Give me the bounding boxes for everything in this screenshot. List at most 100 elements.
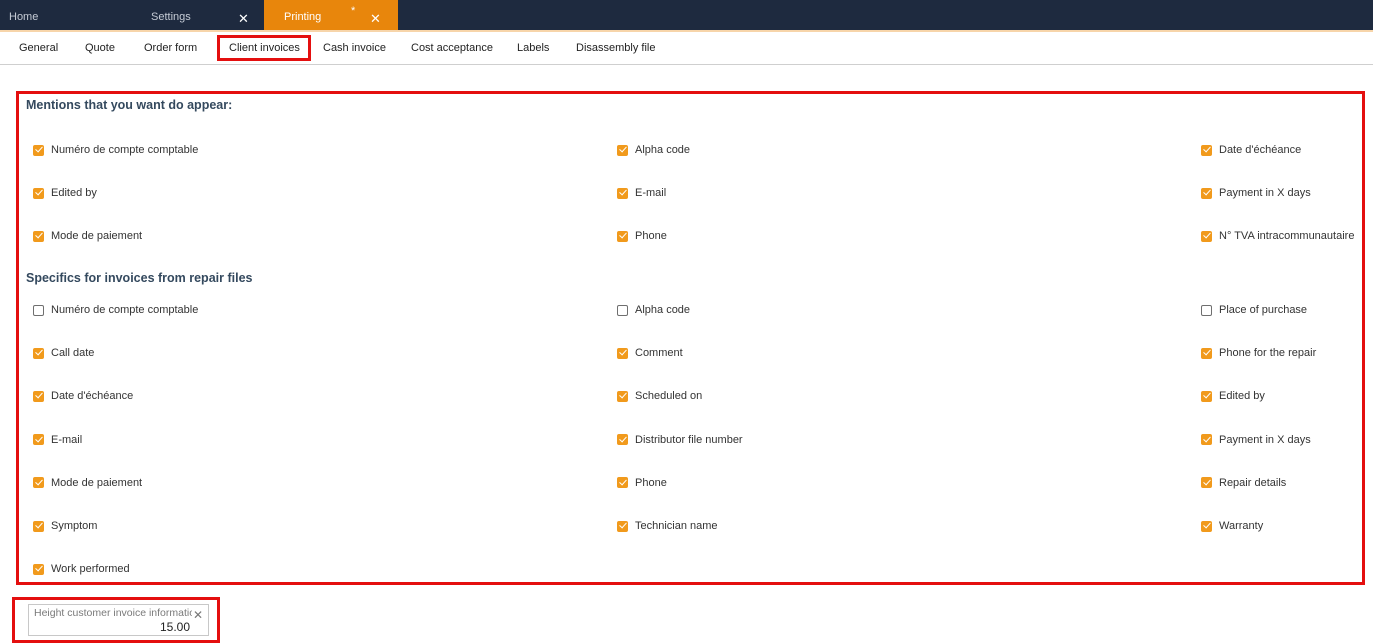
checkbox-e-mail[interactable]: E-mail	[33, 433, 82, 447]
checkbox-e-mail[interactable]: E-mail	[617, 186, 666, 200]
checkbox-edited-by[interactable]: Edited by	[1201, 389, 1265, 403]
checkbox-payment-in-x-days[interactable]: Payment in X days	[1201, 186, 1311, 200]
checkbox-checked-icon[interactable]	[33, 520, 44, 532]
mentions-section-title: Mentions that you want do appear:	[26, 98, 233, 112]
tab-home[interactable]: Home	[0, 0, 140, 30]
checkbox-warranty[interactable]: Warranty	[1201, 519, 1263, 533]
invoice-mentions-panel: Mentions that you want do appear: Numéro …	[16, 91, 1365, 585]
height-field-highlight: Height customer invoice information 15.0…	[12, 597, 220, 643]
checkbox-label: Date d'échéance	[51, 390, 134, 403]
checkbox-date-d-echeance[interactable]: Date d'échéance	[1201, 143, 1301, 157]
tab-cost-acceptance[interactable]: Cost acceptance	[411, 42, 493, 54]
checkbox-checked-icon[interactable]	[617, 144, 628, 156]
checkbox-checked-icon[interactable]	[33, 434, 44, 446]
checkbox-checked-icon[interactable]	[617, 477, 628, 489]
checkbox-mode-de-paiement[interactable]: Mode de paiement	[33, 229, 142, 243]
checkbox-checked-icon[interactable]	[33, 144, 44, 156]
checkbox-label: Mode de paiement	[51, 230, 143, 242]
checkbox-label: Scheduled on	[635, 390, 703, 403]
tab-printing[interactable]: Printing * ✕	[264, 0, 398, 30]
checkbox-numero-de-compte-comptable[interactable]: Numéro de compte comptable	[33, 143, 198, 157]
checkbox-label: Date d'échéance	[1219, 144, 1302, 156]
checkbox-unchecked-icon[interactable]	[617, 304, 628, 316]
checkbox-label: Numéro de compte comptable	[51, 304, 199, 316]
checkbox-label: N° TVA intracommunautaire	[1219, 230, 1355, 242]
checkbox-place-of-purchase[interactable]: Place of purchase	[1201, 303, 1307, 317]
checkbox-call-date[interactable]: Call date	[33, 346, 94, 360]
height-field-value[interactable]: 15.00	[160, 620, 190, 634]
tab-settings[interactable]: Settings ✕	[140, 0, 264, 30]
checkbox-label: Work performed	[51, 563, 130, 576]
checkbox-edited-by[interactable]: Edited by	[33, 186, 97, 200]
checkbox-checked-icon[interactable]	[617, 434, 628, 446]
checkbox-label: Payment in X days	[1219, 433, 1311, 446]
checkbox-label: Distributor file number	[635, 433, 743, 446]
height-customer-invoice-field[interactable]: Height customer invoice information 15.0…	[28, 604, 209, 636]
checkbox-unchecked-icon[interactable]	[1201, 304, 1212, 316]
checkbox-label: Warranty	[1219, 520, 1264, 532]
checkbox-checked-icon[interactable]	[617, 230, 628, 242]
checkbox-label: Repair details	[1219, 476, 1287, 489]
tab-printing-label: Printing	[284, 11, 322, 23]
tab-labels[interactable]: Labels	[517, 42, 549, 54]
checkbox-payment-in-x-days[interactable]: Payment in X days	[1201, 433, 1311, 447]
checkbox-label: Edited by	[1219, 390, 1265, 403]
tab-general[interactable]: General	[19, 42, 58, 54]
checkbox-label: Symptom	[51, 520, 98, 532]
tab-client-invoices[interactable]: Client invoices	[217, 35, 311, 61]
checkbox-label: Place of purchase	[1219, 304, 1308, 316]
checkbox-checked-icon[interactable]	[33, 347, 44, 359]
checkbox-n-tva-intracommunautaire[interactable]: N° TVA intracommunautaire	[1201, 229, 1354, 243]
checkbox-checked-icon[interactable]	[617, 347, 628, 359]
checkbox-repair-details[interactable]: Repair details	[1201, 476, 1286, 490]
tab-home-label: Home	[9, 11, 39, 23]
checkbox-checked-icon[interactable]	[33, 230, 44, 242]
checkbox-checked-icon[interactable]	[1201, 230, 1212, 242]
tab-disassembly-file[interactable]: Disassembly file	[576, 42, 655, 54]
checkbox-label: Payment in X days	[1219, 187, 1311, 199]
checkbox-scheduled-on[interactable]: Scheduled on	[617, 389, 702, 403]
checkbox-checked-icon[interactable]	[1201, 144, 1212, 156]
settings-subnav: General Quote Order form Client invoices Cas…	[0, 32, 1373, 65]
checkbox-phone-for-the-repair[interactable]: Phone for the repair	[1201, 346, 1316, 360]
checkbox-work-performed[interactable]: Work performed	[33, 562, 130, 576]
checkbox-checked-icon[interactable]	[1201, 390, 1212, 402]
checkbox-checked-icon[interactable]	[1201, 434, 1212, 446]
checkbox-checked-icon[interactable]	[1201, 187, 1212, 199]
checkbox-label: Alpha code	[635, 144, 691, 156]
checkbox-technician-name[interactable]: Technician name	[617, 519, 718, 533]
checkbox-mode-de-paiement[interactable]: Mode de paiement	[33, 476, 142, 490]
checkbox-phone[interactable]: Phone	[617, 476, 667, 490]
checkbox-checked-icon[interactable]	[33, 477, 44, 489]
checkbox-checked-icon[interactable]	[617, 187, 628, 199]
checkbox-alpha-code[interactable]: Alpha code	[617, 143, 690, 157]
clear-icon[interactable]: ✕	[193, 608, 203, 622]
checkbox-checked-icon[interactable]	[1201, 347, 1212, 359]
window-tab-bar: Home Settings ✕ Printing * ✕	[0, 0, 1373, 30]
checkbox-comment[interactable]: Comment	[617, 346, 683, 360]
checkbox-unchecked-icon[interactable]	[33, 304, 44, 316]
repair-section-title: Specifics for invoices from repair files	[26, 271, 253, 285]
checkbox-label: Call date	[51, 347, 95, 360]
modified-indicator: *	[351, 5, 356, 17]
checkbox-alpha-code[interactable]: Alpha code	[617, 303, 690, 317]
checkbox-numero-de-compte-comptable[interactable]: Numéro de compte comptable	[33, 303, 198, 317]
checkbox-label: Mode de paiement	[51, 476, 143, 489]
checkbox-label: Alpha code	[635, 304, 691, 316]
tab-cash-invoice[interactable]: Cash invoice	[323, 42, 386, 54]
checkbox-checked-icon[interactable]	[1201, 520, 1212, 532]
checkbox-symptom[interactable]: Symptom	[33, 519, 97, 533]
checkbox-date-d-echeance[interactable]: Date d'échéance	[33, 389, 133, 403]
checkbox-checked-icon[interactable]	[617, 390, 628, 402]
tab-quote[interactable]: Quote	[85, 42, 115, 54]
checkbox-label: Edited by	[51, 187, 97, 199]
checkbox-checked-icon[interactable]	[33, 563, 44, 575]
tab-settings-label: Settings	[151, 11, 191, 23]
checkbox-checked-icon[interactable]	[1201, 477, 1212, 489]
checkbox-checked-icon[interactable]	[617, 520, 628, 532]
checkbox-checked-icon[interactable]	[33, 187, 44, 199]
tab-order-form[interactable]: Order form	[144, 42, 197, 54]
checkbox-distributor-file-number[interactable]: Distributor file number	[617, 433, 743, 447]
checkbox-checked-icon[interactable]	[33, 390, 44, 402]
checkbox-phone[interactable]: Phone	[617, 229, 667, 243]
